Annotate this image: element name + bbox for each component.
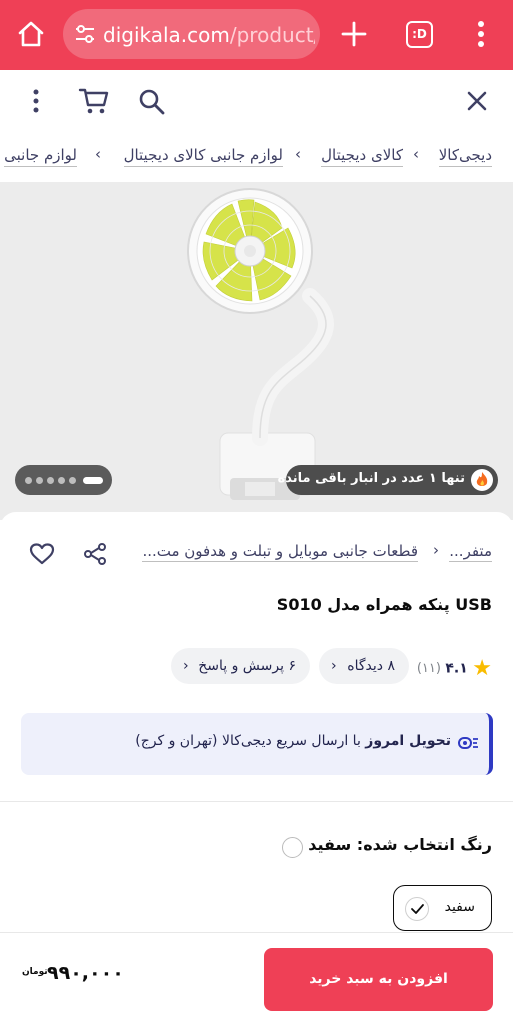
delivery-bold: تحویل امروز bbox=[365, 733, 451, 749]
pagination-dot[interactable] bbox=[69, 477, 76, 484]
tab-switcher-button[interactable]: :D bbox=[406, 21, 433, 48]
share-icon[interactable] bbox=[83, 542, 107, 566]
search-icon[interactable] bbox=[138, 88, 166, 116]
fast-delivery-icon bbox=[458, 737, 478, 749]
rating-count: (۱۱) bbox=[416, 661, 441, 676]
product-image bbox=[187, 188, 334, 500]
product-rating: ★ ۴.۱ (۱۱) bbox=[417, 656, 492, 681]
selected-color-label: رنگ انتخاب شده: سفید bbox=[308, 835, 492, 854]
category-link-1[interactable]: متفر... bbox=[449, 542, 492, 562]
color-option-label: سفید bbox=[444, 899, 475, 915]
more-vert-icon[interactable] bbox=[27, 88, 45, 114]
delivery-text: تحویل امروز با ارسال سریع دیجی‌کالا (تهر… bbox=[135, 733, 451, 749]
breadcrumb-item-home[interactable]: دیجی‌کالا bbox=[438, 146, 492, 167]
breadcrumb-separator: › bbox=[95, 145, 101, 163]
color-option-white[interactable]: سفید bbox=[393, 885, 492, 931]
questions-chip[interactable]: ۶ پرسش و پاسخ › bbox=[171, 648, 310, 684]
tab-count: :D bbox=[412, 27, 427, 41]
questions-label: ۶ پرسش و پاسخ bbox=[198, 658, 296, 674]
breadcrumb-item-accessories[interactable]: لوازم جانبی bbox=[4, 146, 77, 167]
currency-label: تومان bbox=[22, 967, 48, 977]
pagination-dot[interactable] bbox=[36, 477, 43, 484]
add-to-cart-button[interactable]: افزودن به سبد خرید bbox=[264, 948, 493, 1011]
close-icon[interactable] bbox=[465, 89, 489, 113]
breadcrumb-separator: › bbox=[295, 145, 301, 163]
stock-notice-text: تنها ۱ عدد در انبار باقی مانده bbox=[277, 471, 465, 486]
reviews-label: ۸ دیدگاه bbox=[347, 658, 395, 674]
chevron-left-icon: › bbox=[331, 658, 337, 674]
breadcrumb-item-accessories-digital[interactable]: لوازم جانبی کالای دیجیتال bbox=[123, 146, 283, 167]
breadcrumb-separator: › bbox=[413, 145, 419, 163]
home-icon[interactable] bbox=[16, 19, 46, 49]
gallery-pagination[interactable] bbox=[15, 465, 112, 495]
breadcrumb: دیجی‌کالا › کالای دیجیتال › لوازم جانبی … bbox=[0, 132, 513, 182]
url-path: /product/ bbox=[229, 23, 315, 47]
delivery-banner[interactable]: تحویل امروز با ارسال سریع دیجی‌کالا (تهر… bbox=[21, 713, 493, 775]
more-vert-icon[interactable] bbox=[473, 18, 489, 50]
stock-notice-badge: تنها ۱ عدد در انبار باقی مانده bbox=[278, 465, 498, 495]
url-domain: digikala.com bbox=[103, 23, 230, 47]
new-tab-icon[interactable] bbox=[340, 20, 368, 48]
color-swatch bbox=[282, 837, 303, 858]
chevron-left-icon: › bbox=[183, 658, 189, 674]
star-icon: ★ bbox=[472, 656, 492, 681]
delivery-rest: با ارسال سریع دیجی‌کالا (تهران و کرج) bbox=[135, 733, 366, 749]
rating-value: ۴.۱ bbox=[445, 660, 468, 677]
site-header bbox=[0, 70, 513, 132]
heart-icon[interactable] bbox=[29, 542, 55, 566]
divider bbox=[0, 801, 513, 802]
pagination-dot-active[interactable] bbox=[83, 477, 103, 484]
category-separator: › bbox=[433, 541, 439, 559]
cart-icon[interactable] bbox=[78, 86, 110, 116]
pagination-dot[interactable] bbox=[58, 477, 65, 484]
breadcrumb-item-digital[interactable]: کالای دیجیتال bbox=[321, 146, 403, 167]
category-link-2[interactable]: قطعات جانبی موبایل و تبلت و هدفون مت... bbox=[142, 542, 418, 562]
url-text[interactable]: digikala.com/product/ bbox=[103, 20, 315, 50]
product-title: USB پنکه همراه مدل S010 bbox=[276, 595, 492, 614]
pagination-dot[interactable] bbox=[25, 477, 32, 484]
fire-icon bbox=[471, 469, 493, 491]
site-settings-icon[interactable] bbox=[74, 24, 96, 44]
product-price: ۹۹۰,۰۰۰ bbox=[47, 962, 124, 984]
check-icon bbox=[405, 897, 429, 921]
pagination-dot[interactable] bbox=[47, 477, 54, 484]
reviews-chip[interactable]: ۸ دیدگاه › bbox=[319, 648, 409, 684]
